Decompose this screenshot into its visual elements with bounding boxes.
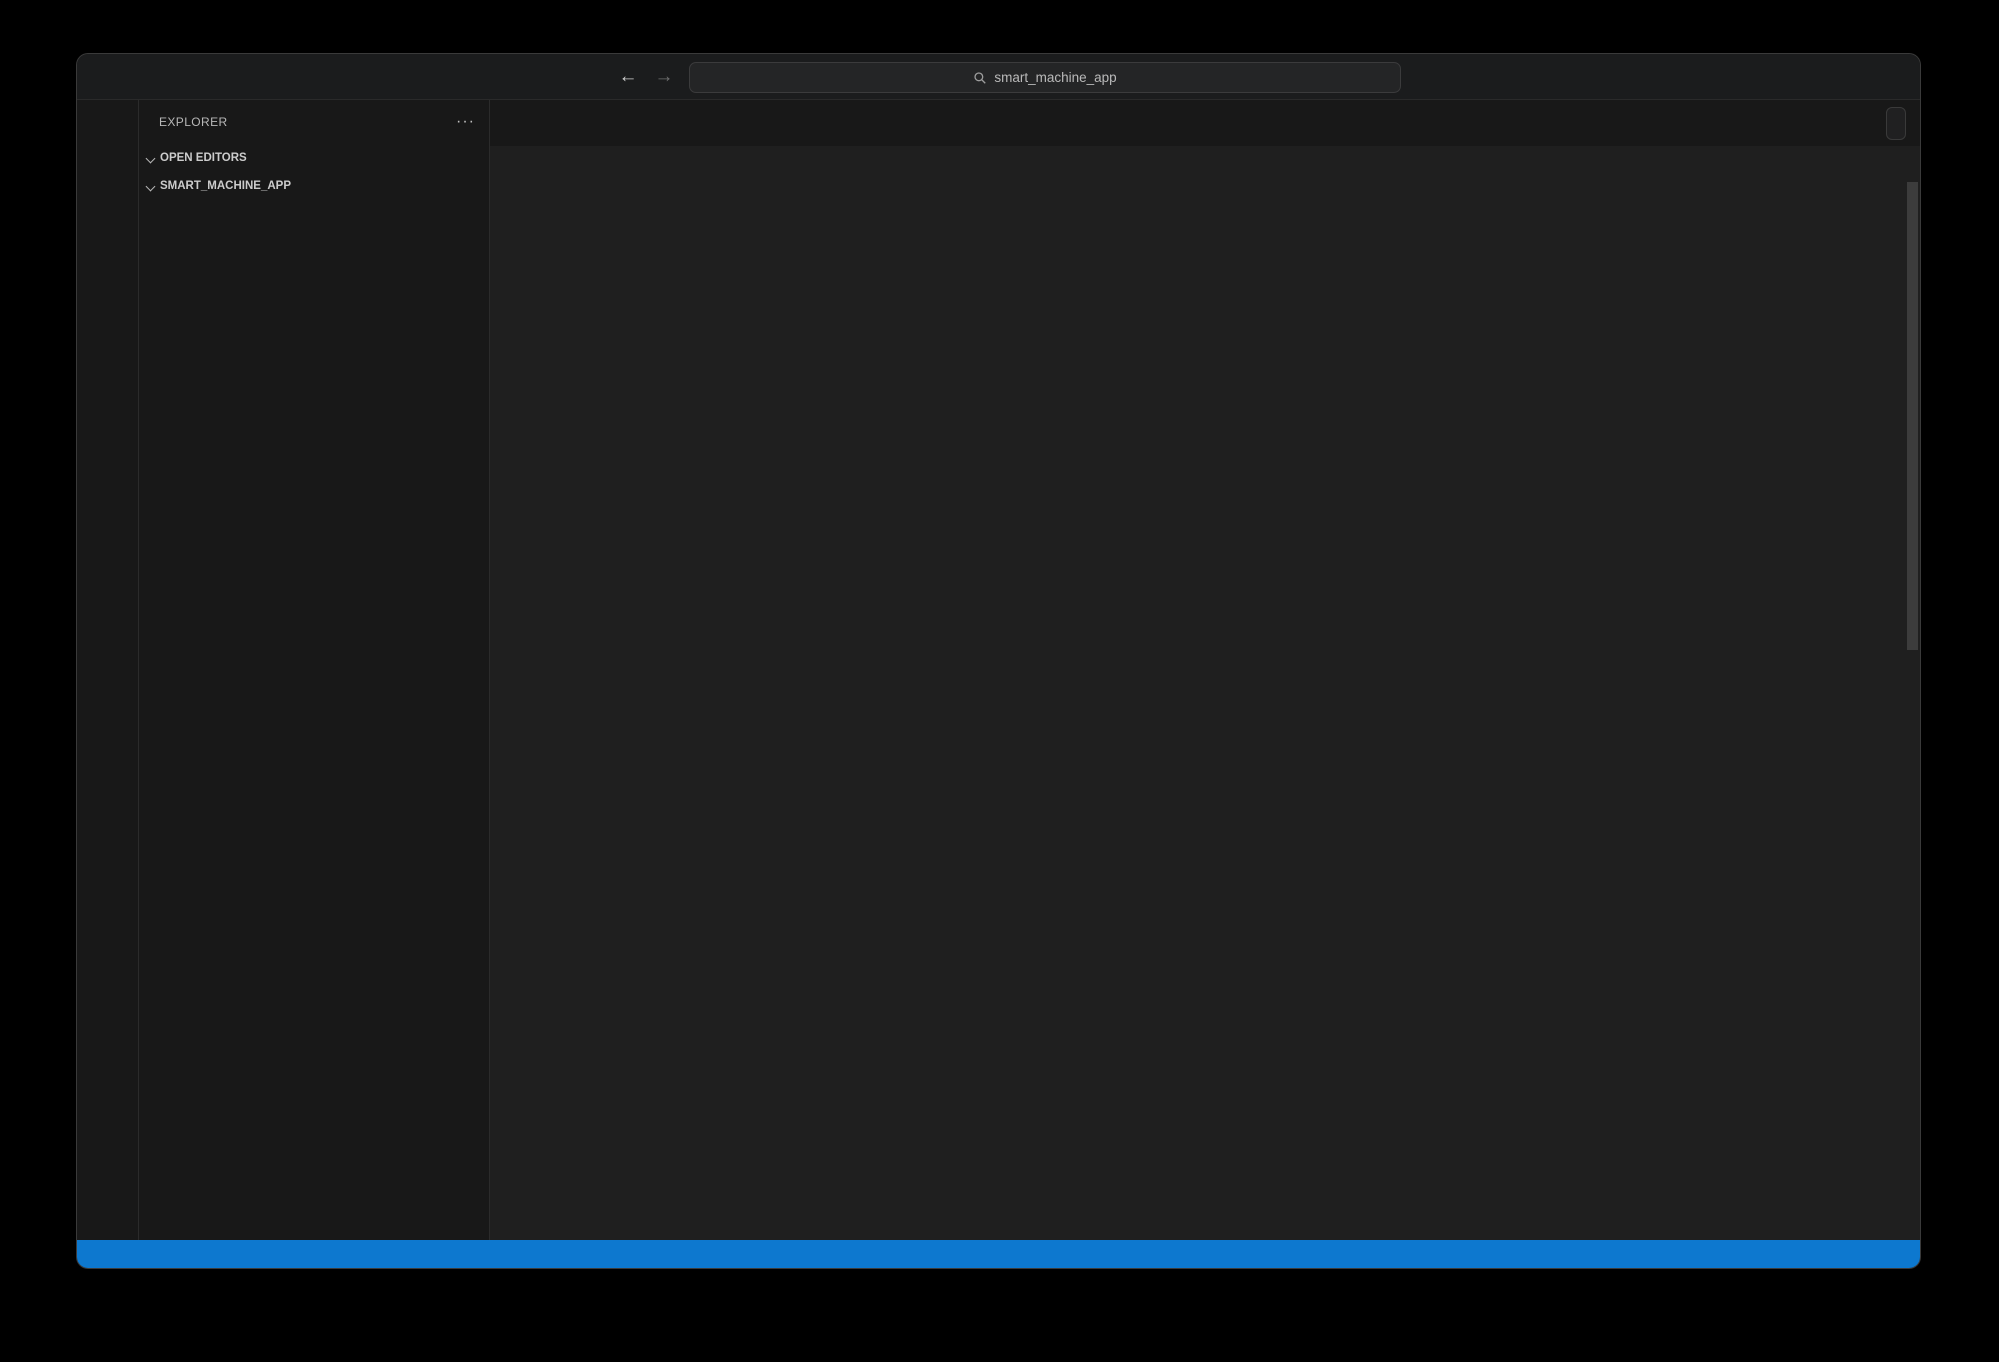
close-window-button[interactable] [94, 70, 108, 84]
search-icon [973, 71, 987, 85]
editor-group [490, 100, 1920, 1240]
editor-scrollbar[interactable] [1905, 180, 1920, 1240]
vscode-window: ← → smart_machine_app EXPLORER ··· OPEN … [77, 54, 1920, 1268]
activity-bar [77, 100, 139, 1240]
command-center-search[interactable]: smart_machine_app [689, 62, 1401, 93]
scrollbar-thumb[interactable] [1907, 182, 1918, 650]
section-project-root[interactable]: SMART_MACHINE_APP [139, 172, 489, 200]
search-value: smart_machine_app [994, 70, 1116, 85]
minimap[interactable] [1755, 182, 1905, 1240]
debug-toolbar [1886, 107, 1906, 140]
breadcrumb [490, 146, 1920, 180]
section-open-editors[interactable]: OPEN EDITORS [139, 144, 489, 172]
explorer-sidebar: EXPLORER ··· OPEN EDITORS SMART_MACHINE_… [139, 100, 490, 1240]
history-forward-button[interactable]: → [649, 63, 679, 91]
history-back-button[interactable]: ← [613, 63, 643, 91]
zoom-window-button[interactable] [136, 70, 150, 84]
status-bar [77, 1240, 1920, 1268]
tab-bar [490, 100, 1920, 146]
chevron-down-icon [146, 153, 156, 163]
explorer-actions-button[interactable]: ··· [456, 113, 475, 131]
titlebar: ← → smart_machine_app [77, 54, 1920, 100]
window-controls [94, 70, 150, 84]
chevron-down-icon [146, 181, 156, 191]
sidebar-title: EXPLORER [159, 115, 228, 129]
code-editor[interactable] [490, 180, 1920, 1240]
minimize-window-button[interactable] [115, 70, 129, 84]
